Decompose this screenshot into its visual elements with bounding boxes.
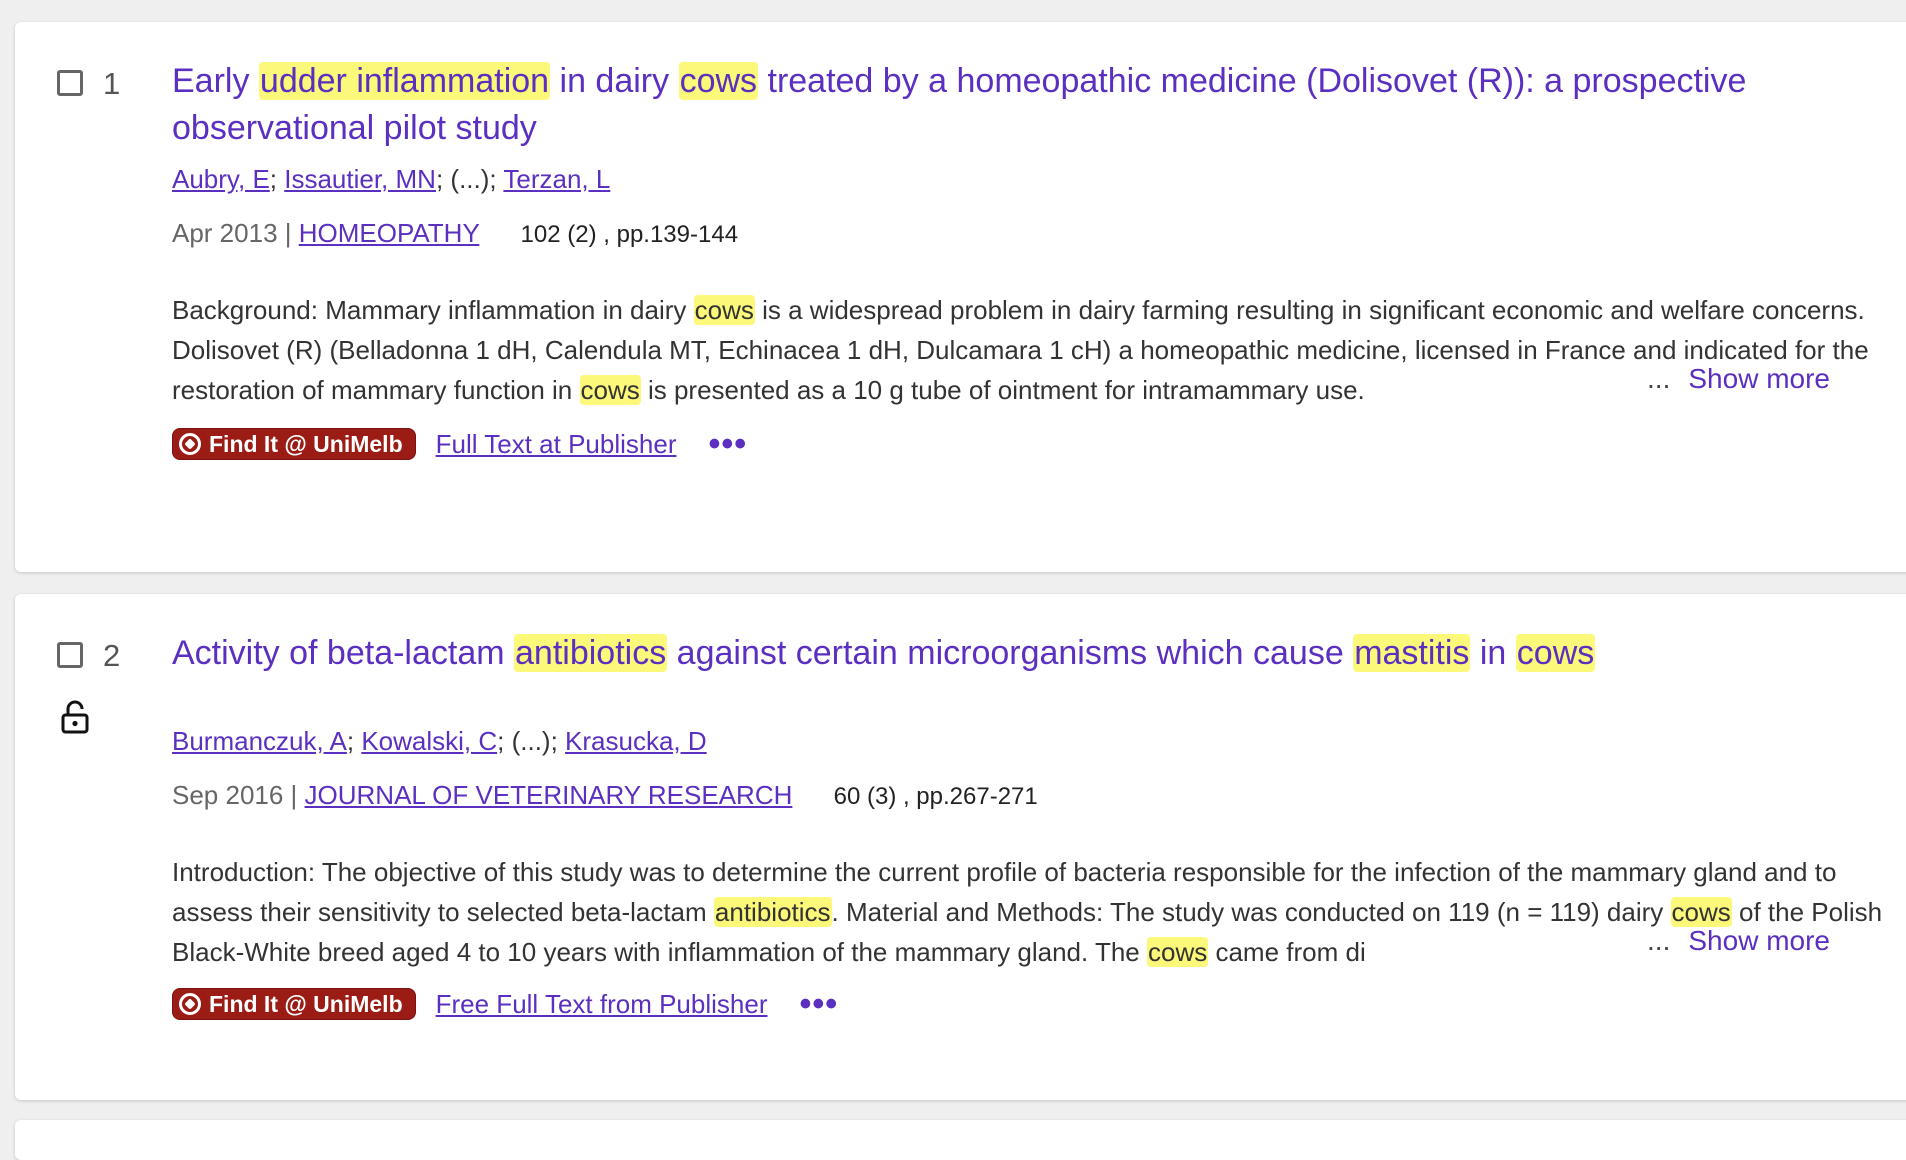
authors-line: Burmanczuk, A; Kowalski, C; (...); Krasu…	[172, 726, 707, 756]
search-term-highlight: mastitis	[1353, 634, 1471, 672]
text-segment: in	[1470, 634, 1516, 672]
select-checkbox[interactable]	[57, 642, 83, 668]
search-term-highlight: cows	[693, 295, 755, 325]
result-card-1: 1 Early udder inflammation in dairy cows…	[15, 22, 1906, 572]
more-actions-button[interactable]: •••	[708, 427, 747, 461]
text-segment: in dairy	[550, 62, 679, 100]
search-term-highlight: cows	[579, 375, 641, 405]
journal-link[interactable]: JOURNAL OF VETERINARY RESEARCH	[305, 780, 793, 810]
access-links: Find It @ UniMelb Free Full Text from Pu…	[172, 987, 838, 1021]
result-card-3	[15, 1120, 1906, 1160]
search-term-highlight: cows	[1670, 897, 1732, 927]
findit-logo-icon	[179, 433, 201, 455]
author-link[interactable]: Burmanczuk, A	[172, 726, 347, 756]
search-term-highlight: antibiotics	[514, 634, 668, 672]
result-title[interactable]: Early udder inflammation in dairy cows t…	[172, 58, 1812, 152]
findit-button[interactable]: Find It @ UniMelb	[172, 988, 416, 1020]
full-text-link[interactable]: Free Full Text from Publisher	[436, 989, 768, 1020]
result-number: 2	[103, 638, 121, 673]
result-number: 1	[103, 66, 121, 101]
more-actions-button[interactable]: •••	[799, 987, 838, 1021]
findit-logo-icon	[179, 993, 201, 1015]
unlock-icon	[61, 700, 89, 739]
text-segment: came from di	[1208, 937, 1366, 967]
findit-button[interactable]: Find It @ UniMelb	[172, 428, 416, 460]
author-link[interactable]: Krasucka, D	[565, 726, 707, 756]
publication-meta: Sep 2016 | JOURNAL OF VETERINARY RESEARC…	[172, 780, 1038, 810]
author-link[interactable]: Kowalski, C	[361, 726, 497, 756]
access-links: Find It @ UniMelb Full Text at Publisher…	[172, 427, 747, 461]
pub-date: Sep 2016	[172, 780, 284, 810]
search-term-highlight: udder inflammation	[258, 62, 551, 100]
show-more-button[interactable]: ... Show more	[1647, 363, 1830, 395]
author-link[interactable]: Issautier, MN	[284, 164, 436, 194]
search-term-highlight: cows	[678, 62, 759, 100]
text-segment: against certain microorganisms which cau…	[667, 634, 1354, 672]
abstract-snippet: Background: Mammary inflammation in dair…	[172, 290, 1906, 410]
result-card-2: 2 Activity of beta-lactam antibiotics ag…	[15, 594, 1906, 1100]
volume-pages: 102 (2) , pp.139-144	[520, 221, 739, 248]
abstract-snippet: Introduction: The objective of this stud…	[172, 852, 1906, 972]
authors-ellipsis[interactable]: (...)	[450, 164, 489, 194]
authors-ellipsis[interactable]: (...)	[512, 726, 551, 756]
author-link[interactable]: Terzan, L	[503, 164, 610, 194]
text-segment: is presented as a 10 g tube of ointment …	[640, 375, 1365, 405]
text-segment: Activity of beta-lactam	[172, 634, 515, 672]
volume-pages: 60 (3) , pp.267-271	[833, 783, 1038, 810]
authors-line: Aubry, E; Issautier, MN; (...); Terzan, …	[172, 164, 611, 194]
search-term-highlight: antibiotics	[713, 897, 832, 927]
search-term-highlight: cows	[1515, 634, 1596, 672]
select-checkbox[interactable]	[57, 70, 83, 96]
text-segment: . Material and Methods: The study was co…	[831, 897, 1671, 927]
search-term-highlight: cows	[1147, 937, 1209, 967]
text-segment: Background: Mammary inflammation in dair…	[172, 295, 694, 325]
show-more-button[interactable]: ... Show more	[1647, 925, 1830, 957]
journal-link[interactable]: HOMEOPATHY	[299, 218, 480, 248]
publication-meta: Apr 2013 | HOMEOPATHY 102 (2) , pp.139-1…	[172, 218, 739, 248]
pub-date: Apr 2013	[172, 218, 278, 248]
full-text-link[interactable]: Full Text at Publisher	[436, 429, 677, 460]
result-title[interactable]: Activity of beta-lactam antibiotics agai…	[172, 630, 1812, 677]
text-segment: Early	[172, 62, 259, 100]
author-link[interactable]: Aubry, E	[172, 164, 270, 194]
